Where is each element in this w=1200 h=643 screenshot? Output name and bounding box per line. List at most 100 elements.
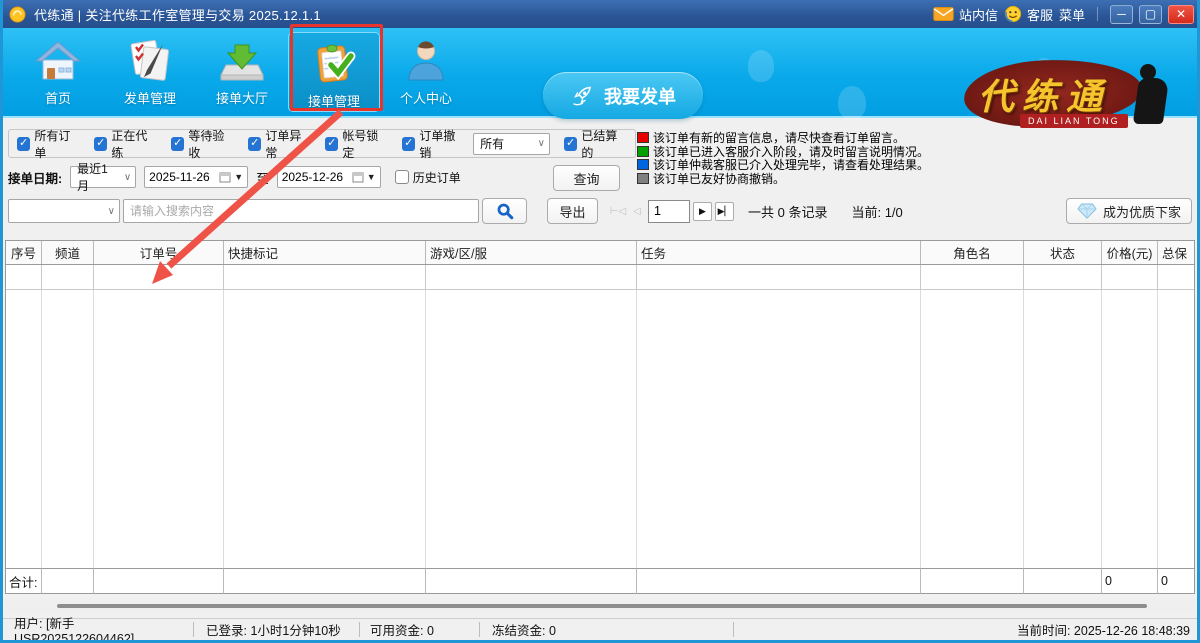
filter-order-cancelled[interactable]: ✓ 订单撤销	[402, 127, 465, 161]
table-cell	[1102, 265, 1158, 290]
nav-order-hall[interactable]: 接单大厅	[196, 30, 288, 114]
table-column-area	[224, 290, 426, 568]
titlebar-separator	[1097, 7, 1098, 21]
search-input[interactable]	[123, 199, 479, 223]
status-login-duration: 已登录: 1小时1分钟10秒	[194, 620, 359, 639]
table-header-row: 序号 频道 订单号 快捷标记 游戏/区/服 任务 角色名 状态 价格(元) 总保	[6, 240, 1194, 265]
status-bar: 用户: [新手USR2025122604462] 已登录: 1小时1分钟10秒 …	[0, 618, 1200, 640]
lantern-decoration	[748, 50, 774, 82]
col-header-task[interactable]: 任务	[637, 241, 921, 264]
menu-label: 菜单	[1059, 5, 1085, 24]
brand-logo: 代练通 DAI LIAN TONG	[958, 58, 1174, 142]
table-column-area	[637, 290, 921, 568]
calendar-icon	[219, 171, 231, 183]
filter-settled[interactable]: ✓ 已结算的	[564, 127, 627, 161]
publish-order-button[interactable]: 我要发单	[543, 72, 703, 119]
filter-account-locked[interactable]: ✓ 帐号锁定	[325, 127, 388, 161]
table-body-empty-area	[6, 290, 1194, 568]
legend-blue-swatch	[637, 159, 649, 170]
table-cell	[42, 568, 94, 594]
app-window: 代练通 | 关注代练工作室管理与交易 2025.12.1.1 站内信 客服	[0, 0, 1200, 643]
col-header-status[interactable]: 状态	[1024, 241, 1102, 264]
query-button[interactable]: 查询	[553, 165, 620, 191]
checkbox-checked-icon: ✓	[171, 137, 184, 151]
search-icon	[496, 202, 514, 220]
table-column-area	[921, 290, 1024, 568]
maximize-button[interactable]: ▢	[1139, 5, 1162, 24]
window-title: 代练通 | 关注代练工作室管理与交易 2025.12.1.1	[34, 5, 321, 24]
search-row: ∨ 导出 ⊢◁ ◁ ▶ ▶▏ 一共 0 条记录 当前: 1/0 成为优质下家	[8, 196, 1192, 226]
col-header-role-name[interactable]: 角色名	[921, 241, 1024, 264]
legend-red-swatch	[637, 132, 649, 143]
col-header-deposit[interactable]: 总保	[1158, 241, 1194, 264]
total-label: 合计:	[6, 568, 42, 594]
smiley-headset-icon	[1004, 5, 1022, 23]
table-cell	[94, 265, 224, 290]
status-available-funds: 可用资金: 0	[360, 620, 479, 639]
search-button[interactable]	[482, 198, 527, 224]
table-column-area	[42, 290, 94, 568]
checkbox-checked-icon: ✓	[17, 137, 30, 151]
filter-label: 正在代练	[111, 127, 157, 161]
cancel-filter-select[interactable]: 所有 ∨	[473, 133, 550, 155]
date-preset-select[interactable]: 最近1月 ∨	[70, 166, 136, 188]
checkbox-checked-icon: ✓	[94, 137, 107, 151]
col-header-order-no[interactable]: 订单号	[94, 241, 224, 264]
menu-button[interactable]: 菜单	[1059, 5, 1085, 24]
last-page-button[interactable]: ▶▏	[715, 202, 734, 221]
nav-home-label: 首页	[45, 88, 71, 107]
date-to-picker[interactable]: 2025-12-26 ▼	[277, 166, 381, 188]
nav-send-order-management[interactable]: 发单管理	[104, 30, 196, 114]
filter-pending-acceptance[interactable]: ✓ 等待验收	[171, 127, 234, 161]
date-preset-value: 最近1月	[77, 160, 118, 194]
pagination: ⊢◁ ◁ ▶ ▶▏	[610, 200, 734, 223]
filter-all-orders[interactable]: ✓ 所有订单	[17, 127, 80, 161]
search-category-select[interactable]: ∨	[8, 199, 120, 223]
col-header-game-zone-server[interactable]: 游戏/区/服	[426, 241, 637, 264]
table-cell	[637, 568, 921, 594]
export-button[interactable]: 导出	[547, 198, 598, 224]
total-records-text: 一共 0 条记录	[748, 202, 827, 221]
table-column-area	[1102, 290, 1158, 568]
rocket-icon	[570, 84, 594, 108]
col-header-price[interactable]: 价格(元)	[1102, 241, 1158, 264]
logo-text: 代练通	[978, 68, 1110, 120]
next-page-button[interactable]: ▶	[693, 202, 712, 221]
previous-page-button[interactable]: ◁	[629, 202, 645, 220]
table-cell	[921, 568, 1024, 594]
become-quality-buyer-label: 成为优质下家	[1103, 202, 1181, 221]
table-cell	[224, 265, 426, 290]
horizontal-scrollbar[interactable]	[5, 598, 1195, 614]
horizontal-scrollbar-thumb[interactable]	[57, 604, 1147, 608]
filter-label: 等待验收	[188, 127, 234, 161]
page-number-input[interactable]	[648, 200, 690, 223]
col-header-index[interactable]: 序号	[6, 241, 42, 264]
chevron-down-icon: ∨	[124, 172, 131, 183]
customer-service-button[interactable]: 客服	[1004, 5, 1053, 24]
close-button[interactable]: ✕	[1168, 5, 1194, 24]
legend-green-swatch	[637, 146, 649, 157]
minimize-button[interactable]: ─	[1110, 5, 1133, 24]
col-header-quick-mark[interactable]: 快捷标记	[224, 241, 426, 264]
table-cell	[426, 568, 637, 594]
nav-order-management-active[interactable]: 接单管理	[288, 32, 380, 112]
table-column-area	[426, 290, 637, 568]
table-cell	[637, 265, 921, 290]
inbox-button[interactable]: 站内信	[933, 5, 998, 24]
nav-home[interactable]: 首页	[12, 30, 104, 114]
become-quality-buyer-button[interactable]: 成为优质下家	[1066, 198, 1192, 224]
history-orders-checkbox[interactable]: 历史订单	[395, 169, 461, 186]
first-page-button[interactable]: ⊢◁	[610, 202, 626, 220]
date-filter-label: 接单日期:	[8, 168, 62, 187]
nav-order-management-label: 接单管理	[308, 91, 360, 110]
cancel-filter-value: 所有	[480, 135, 504, 152]
filter-in-training[interactable]: ✓ 正在代练	[94, 127, 157, 161]
date-from-picker[interactable]: 2025-11-26 ▼	[144, 166, 248, 188]
filter-order-abnormal[interactable]: ✓ 订单异常	[248, 127, 311, 161]
filter-label: 订单撤销	[419, 127, 465, 161]
order-management-icon	[310, 40, 358, 88]
mail-icon	[933, 7, 954, 21]
col-header-channel[interactable]: 频道	[42, 241, 94, 264]
nav-profile[interactable]: 个人中心	[380, 30, 472, 114]
date-from-value: 2025-11-26	[149, 170, 210, 184]
